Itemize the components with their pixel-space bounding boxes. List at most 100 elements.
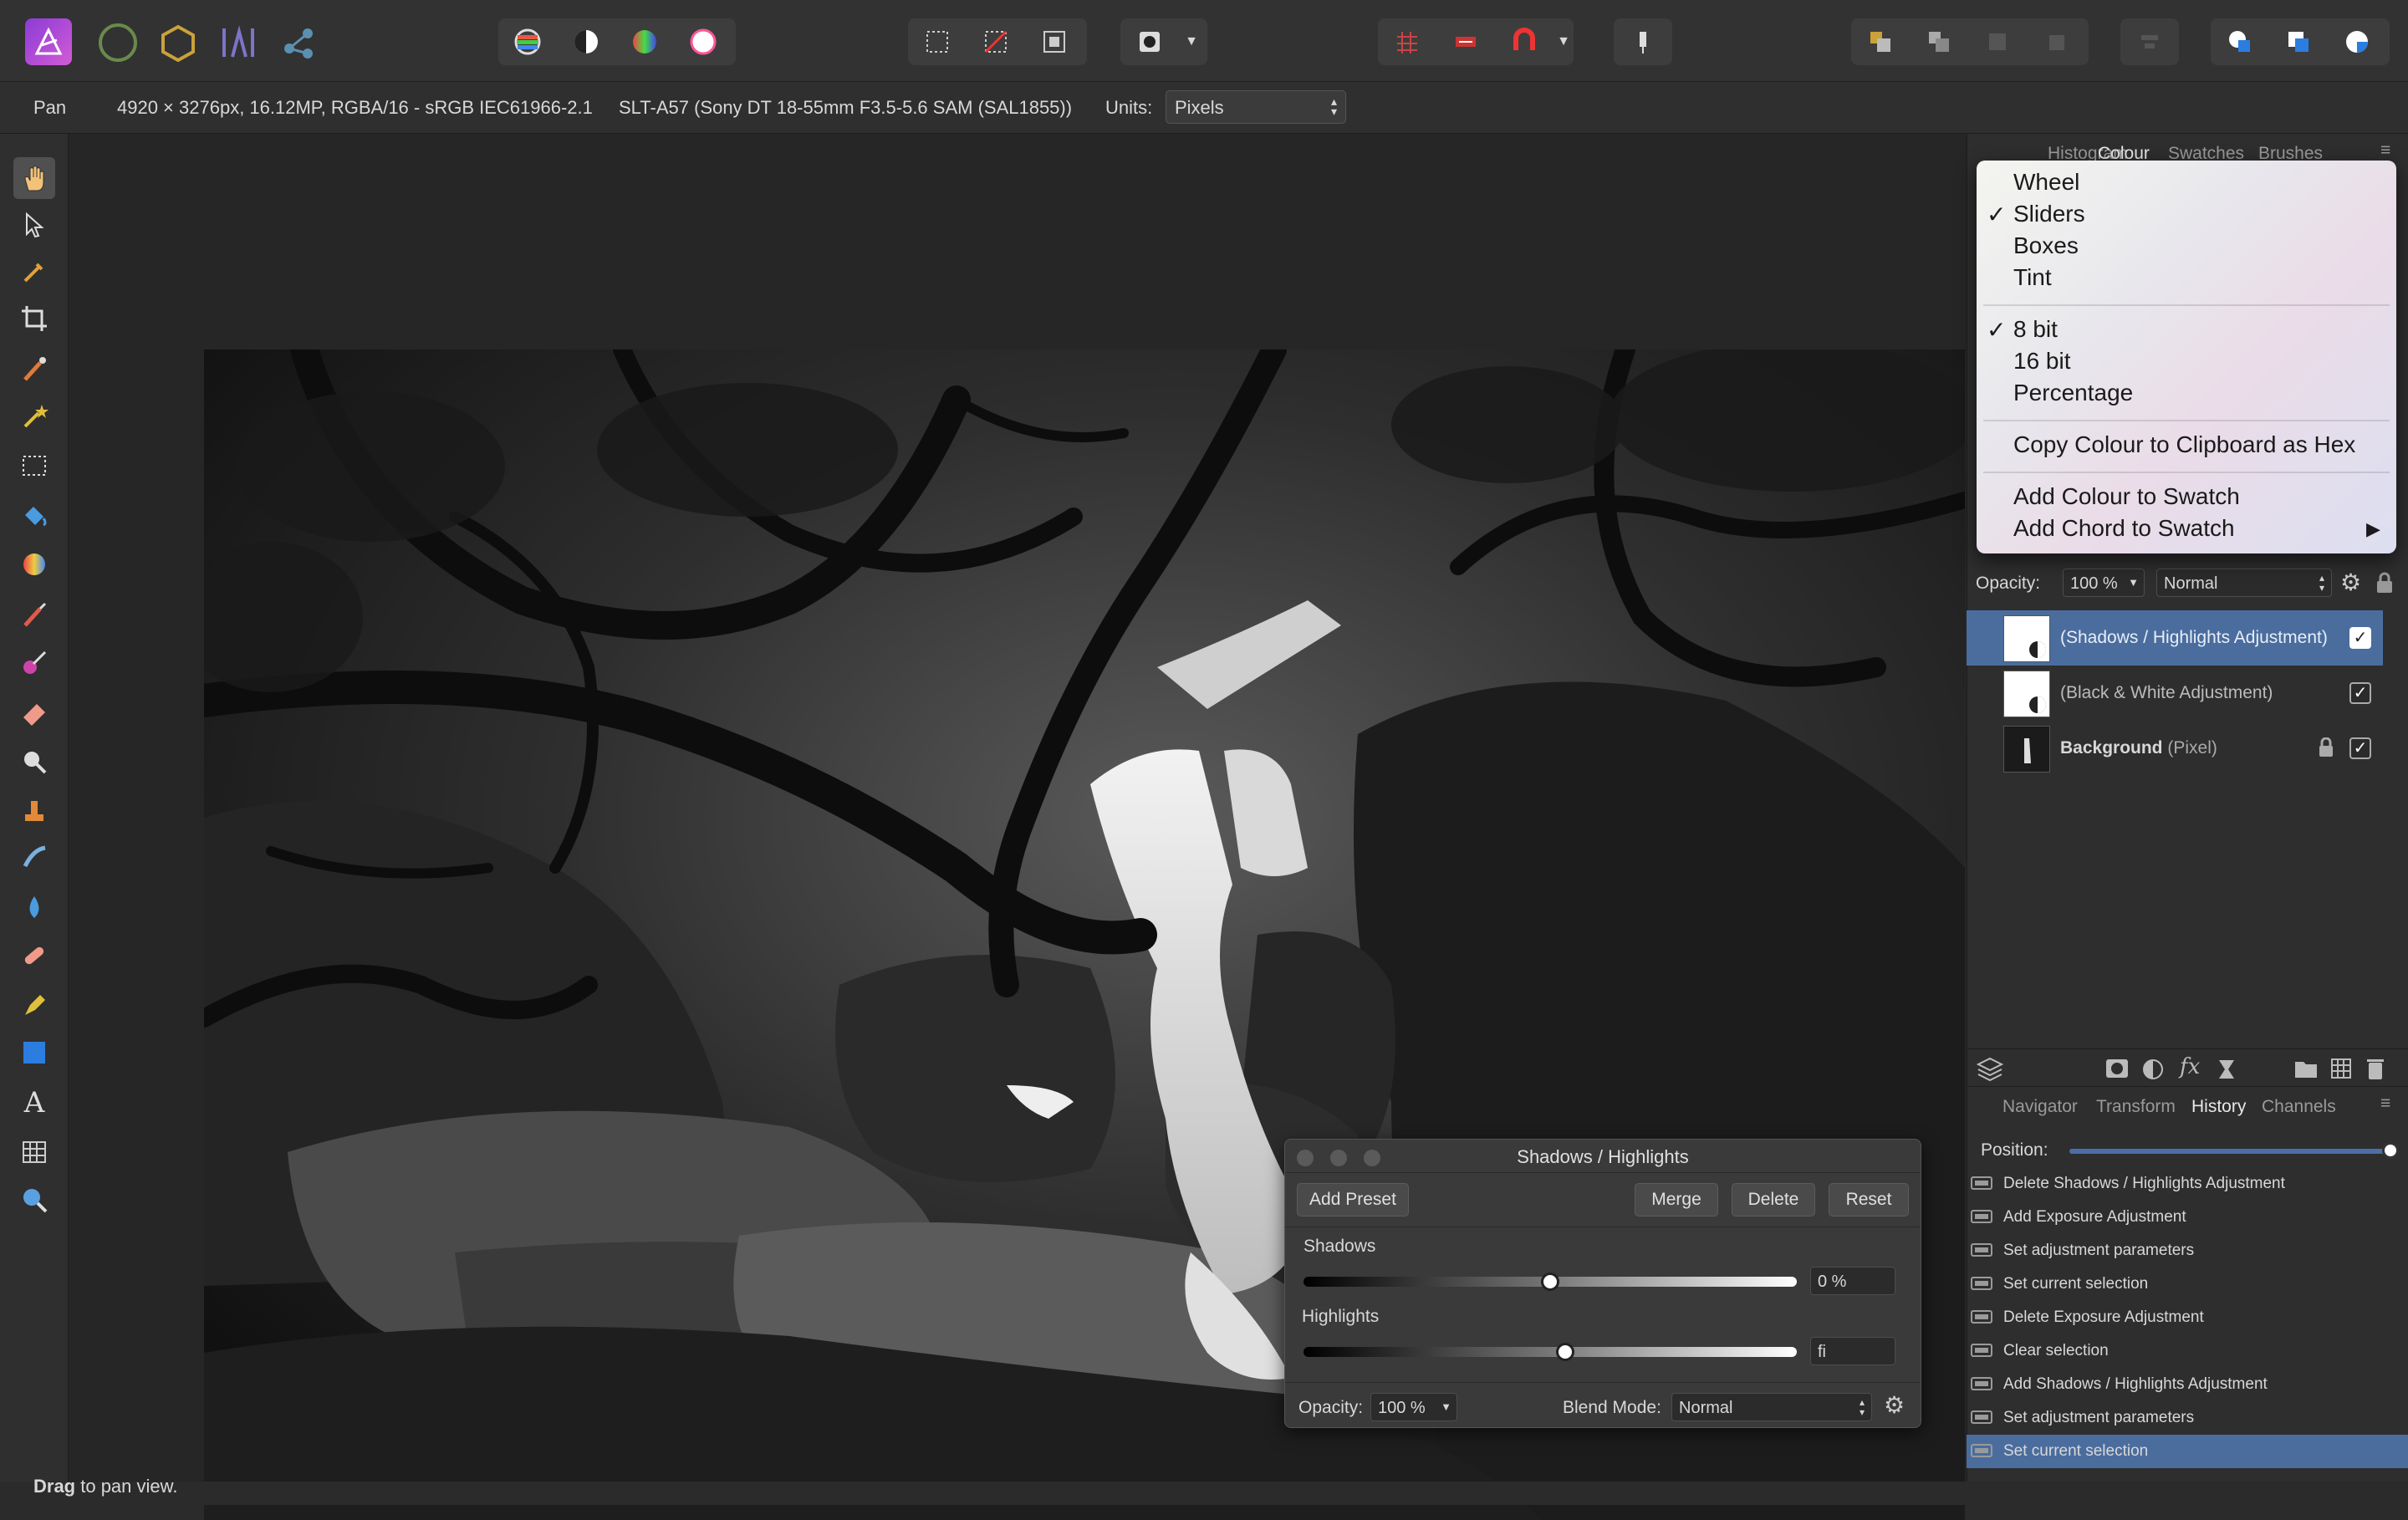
text-tool-icon[interactable]: A [13, 1082, 55, 1124]
history-item[interactable]: Set current selection [1967, 1268, 2408, 1301]
tab-transform[interactable]: Transform [2096, 1097, 2176, 1117]
white-balance-icon[interactable] [674, 18, 732, 65]
gradient-tool-icon[interactable] [13, 543, 55, 585]
smudge-tool-icon[interactable] [13, 836, 55, 878]
subtract-shapes-icon[interactable] [2269, 18, 2328, 65]
healing-brush-icon[interactable] [13, 935, 55, 977]
dialog-titlebar[interactable]: Shadows / Highlights [1285, 1140, 1921, 1173]
photo-persona-icon[interactable] [99, 23, 137, 62]
app-logo[interactable] [25, 18, 72, 65]
zoom-tool-icon[interactable] [13, 1179, 55, 1221]
flood-fill-icon[interactable] [13, 495, 55, 537]
move-to-front-icon[interactable] [2027, 18, 2085, 65]
menu-item-boxes[interactable]: Boxes [2013, 232, 2079, 259]
layer-row[interactable]: (Black & White Adjustment) ✓ [1967, 666, 2383, 721]
history-item[interactable]: Set adjustment parameters [1967, 1401, 2408, 1435]
layer-opacity-field[interactable]: 100 % ▼ [2063, 569, 2145, 597]
menu-item-wheel[interactable]: Wheel [2013, 169, 2079, 196]
panel-menu-icon[interactable]: ≡ [2380, 1094, 2390, 1114]
chevron-down-icon[interactable]: ▼ [1179, 34, 1204, 49]
highlights-slider-knob[interactable] [1555, 1343, 1574, 1361]
menu-item-8-bit[interactable]: 8 bit [2013, 316, 2058, 343]
history-position-knob[interactable] [2382, 1142, 2399, 1159]
layers-panel-icon[interactable] [1976, 1056, 2004, 1085]
add-shapes-icon[interactable] [2211, 18, 2269, 65]
flood-select-icon[interactable] [13, 395, 55, 436]
move-back-one-icon[interactable] [1910, 18, 1968, 65]
shadows-value-field[interactable]: 0 % [1810, 1267, 1895, 1295]
tab-channels[interactable]: Channels [2262, 1097, 2336, 1117]
tab-history[interactable]: History [2191, 1097, 2246, 1117]
add-preset-button[interactable]: Add Preset [1297, 1183, 1409, 1217]
export-persona-icon[interactable] [279, 23, 318, 62]
pen-tool-icon[interactable] [13, 983, 55, 1025]
layer-row[interactable]: Background (Pixel) ✓ [1967, 721, 2383, 776]
adjustment-layer-icon[interactable] [2141, 1058, 2165, 1085]
folder-icon[interactable] [2293, 1058, 2319, 1084]
hand-tool-icon[interactable] [13, 157, 55, 199]
merge-button[interactable]: Merge [1635, 1183, 1718, 1217]
colour-balance-icon[interactable] [615, 18, 674, 65]
move-tool-icon[interactable] [13, 204, 55, 246]
colour-picker-icon[interactable] [13, 251, 55, 293]
highlights-value-field[interactable]: fi [1810, 1337, 1895, 1365]
liquify-persona-icon[interactable] [159, 23, 197, 63]
history-item[interactable]: Clear selection [1967, 1334, 2408, 1368]
gear-icon[interactable]: ⚙ [1884, 1391, 1905, 1419]
develop-persona-icon[interactable] [219, 23, 258, 62]
reset-button[interactable]: Reset [1829, 1183, 1909, 1217]
layer-visibility-checkbox[interactable]: ✓ [2349, 627, 2371, 649]
menu-item-percentage[interactable]: Percentage [2013, 380, 2133, 406]
move-forward-one-icon[interactable] [1968, 18, 2027, 65]
lock-icon[interactable] [2375, 572, 2394, 598]
mesh-warp-icon[interactable] [13, 1130, 55, 1172]
menu-item-tint[interactable]: Tint [2013, 264, 2052, 291]
shadows-slider-knob[interactable] [1541, 1273, 1559, 1291]
delete-button[interactable]: Delete [1732, 1183, 1815, 1217]
history-item[interactable]: Add Shadows / Highlights Adjustment [1967, 1368, 2408, 1401]
menu-item-16-bit[interactable]: 16 bit [2013, 348, 2071, 375]
layer-blend-select[interactable]: Normal ▴ ▾ [2156, 569, 2332, 597]
align-icon[interactable] [2120, 18, 2179, 65]
live-filter-icon[interactable] [2217, 1058, 2237, 1085]
intersect-shapes-icon[interactable] [2328, 18, 2386, 65]
mask-layer-icon[interactable] [2104, 1058, 2130, 1084]
paint-brush-icon[interactable] [13, 594, 55, 635]
clone-tool-icon[interactable] [13, 789, 55, 831]
blend-mode-select[interactable]: Normal ▴ ▾ [1671, 1393, 1872, 1421]
pin-icon[interactable] [1614, 18, 1672, 65]
units-select[interactable]: Pixels ▴ ▾ [1166, 90, 1346, 124]
contrast-icon[interactable] [557, 18, 615, 65]
layer-visibility-checkbox[interactable]: ✓ [2349, 737, 2371, 759]
dodge-tool-icon[interactable] [13, 741, 55, 783]
blur-brush-icon[interactable] [13, 886, 55, 928]
chevron-down-icon[interactable]: ▼ [1553, 34, 1574, 49]
assistant-icon[interactable] [1436, 18, 1495, 65]
deselect-icon[interactable] [967, 18, 1025, 65]
colour-replacement-icon[interactable] [13, 642, 55, 684]
rectangle-tool-icon[interactable] [13, 1032, 55, 1074]
menu-item-copy-hex[interactable]: Copy Colour to Clipboard as Hex [2013, 431, 2355, 458]
history-position-slider[interactable] [2069, 1149, 2390, 1154]
marquee-select-icon[interactable] [908, 18, 967, 65]
selection-brush-icon[interactable] [13, 348, 55, 390]
dialog-opacity-field[interactable]: 100 % ▼ [1370, 1393, 1457, 1421]
menu-item-sliders[interactable]: Sliders [2013, 201, 2085, 227]
lock-icon[interactable] [2318, 737, 2334, 762]
crop-tool-icon[interactable] [13, 298, 55, 339]
highlights-slider[interactable] [1303, 1347, 1797, 1357]
layer-visibility-checkbox[interactable]: ✓ [2349, 682, 2371, 704]
gear-icon[interactable]: ⚙ [2340, 569, 2361, 596]
tab-navigator[interactable]: Navigator [2002, 1097, 2078, 1117]
history-item[interactable]: Set current selection [1967, 1435, 2408, 1468]
pixel-layer-icon[interactable] [2330, 1058, 2352, 1084]
layer-row[interactable]: (Shadows / Highlights Adjustment) ✓ [1967, 610, 2383, 666]
quick-mask-icon[interactable] [1120, 18, 1179, 65]
snapping-magnet-icon[interactable] [1495, 18, 1553, 65]
menu-item-add-colour-swatch[interactable]: Add Colour to Swatch [2013, 483, 2240, 510]
fx-icon[interactable]: fx [2180, 1054, 2200, 1079]
history-item[interactable]: Delete Shadows / Highlights Adjustment [1967, 1167, 2408, 1201]
menu-item-add-chord-swatch[interactable]: Add Chord to Swatch [2013, 515, 2235, 542]
rectangular-marquee-icon[interactable] [13, 445, 55, 487]
trash-icon[interactable] [2365, 1056, 2385, 1085]
